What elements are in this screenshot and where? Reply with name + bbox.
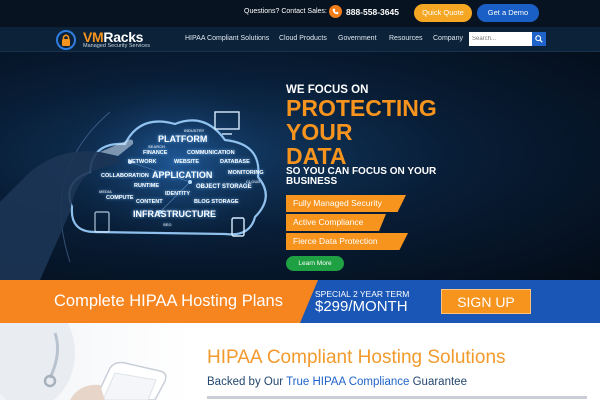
cloud-label-runtime: RUNTIME [134,183,160,189]
plan-price: $299/MONTH [315,298,408,315]
cloud-services-illustration: PLATFORM FINANCE COMMUNICATION NETWORK W… [0,52,290,280]
nav-item-cloud-products[interactable]: Cloud Products [279,35,327,42]
hero-banner: PLATFORM FINANCE COMMUNICATION NETWORK W… [0,52,600,280]
cloud-label-seo: SEO [163,222,172,227]
learn-more-button[interactable]: Learn More [286,256,344,271]
search-icon [535,35,543,43]
section-subheading: Backed by Our True HIPAA Compliance Guar… [207,376,467,388]
cloud-label-content: CONTENT [136,199,163,205]
hero-headline-line-1: PROTECTING [286,95,437,121]
phone-number-link[interactable]: 888-558-3645 [346,7,399,17]
paragraph-text-cutoff [207,396,587,399]
cloud-label-platform: PLATFORM [158,134,208,144]
nav-item-resources[interactable]: Resources [389,35,422,42]
phone-icon [329,5,342,18]
cloud-label-finance: FINANCE [143,150,168,156]
cloud-label-infrastructure: INFRASTRUCTURE [133,209,216,219]
logo-tagline: Managed Security Services [83,43,150,49]
plans-title: Complete HIPAA Hosting Plans [54,292,283,310]
true-hipaa-compliance-link[interactable]: True HIPAA Compliance [286,376,409,388]
hosting-plans-banner: Complete HIPAA Hosting Plans SPECIAL 2 Y… [0,280,600,323]
search-input[interactable] [469,32,532,46]
sign-up-button[interactable]: SIGN UP [441,289,531,314]
vmracks-logo[interactable]: VMRacks Managed Security Services [55,29,165,51]
hero-subtitle: SO YOU CAN FOCUS ON YOUR BUSINESS [286,166,437,187]
nav-item-government[interactable]: Government [338,35,377,42]
quick-quote-button[interactable]: Quick Quote [414,4,472,22]
hero-headline-line-2: YOUR [286,119,353,145]
nav-item-hipaa[interactable]: HIPAA Compliant Solutions [185,35,269,42]
cloud-label-media: MEDIA [99,189,112,194]
cloud-label-network: NETWORK [128,159,157,165]
feature-fierce-data-protection: Fierce Data Protection [286,233,408,250]
cloud-label-collaboration: COLLABORATION [101,173,149,179]
doctor-tablet-illustration [0,323,167,400]
cloud-label-compute: COMPUTE [106,195,134,201]
cloud-label-database: DATABASE [220,159,250,165]
top-contact-bar: Questions? Contact Sales: 888-558-3645 Q… [0,0,600,27]
cloud-label-search: SEARCH [148,144,165,149]
search-button[interactable] [532,32,546,46]
nav-item-company[interactable]: Company [433,35,463,42]
shield-lock-icon [56,30,76,50]
contact-sales-label: Questions? Contact Sales: [244,8,327,15]
cloud-label-cloud: CLOUD [246,179,261,184]
cloud-label-application: APPLICATION [152,170,213,180]
feature-active-compliance: Active Compliance [286,214,386,231]
cloud-label-industry: INDUSTRY [184,128,205,133]
cloud-label-communication: COMMUNICATION [187,150,235,156]
cloud-label-website: WEBSITE [174,159,200,165]
feature-fully-managed-security: Fully Managed Security [286,195,406,212]
cloud-label-identity: IDENTITY [165,191,191,197]
get-demo-button[interactable]: Get a Demo [477,4,539,22]
main-navigation: VMRacks Managed Security Services HIPAA … [0,27,600,52]
cloud-label-blog-storage: BLOG STORAGE [194,199,239,205]
cloud-network-graphic [0,67,290,280]
cloud-label-object-storage: OBJECT STORAGE [196,184,252,190]
doctor-tablet-photo [0,323,190,400]
hero-headline-line-3: DATA [286,143,347,169]
section-heading: HIPAA Compliant Hosting Solutions [207,347,506,368]
cloud-label-monitoring: MONITORING [228,170,264,176]
hipaa-solutions-section: HIPAA Compliant Hosting Solutions Backed… [0,323,600,400]
